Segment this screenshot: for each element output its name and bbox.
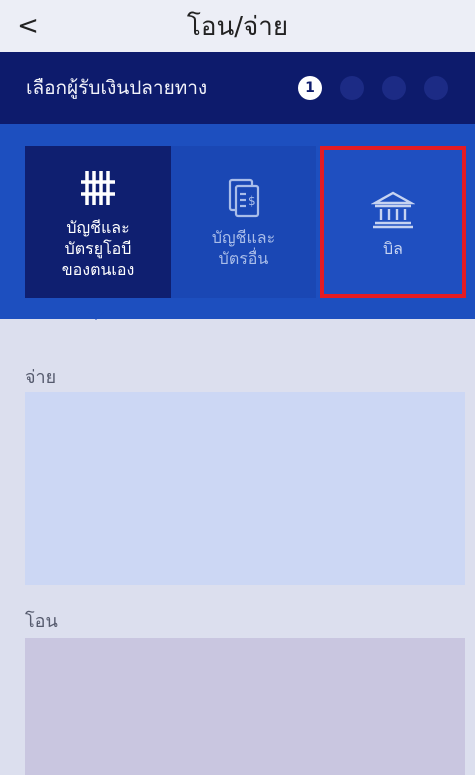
option-own-accounts-label: บัญชีและบัตรยูโอบีของตนเอง [61, 217, 135, 279]
option-bill-label: บิล [383, 238, 403, 258]
pay-list-panel[interactable] [25, 392, 465, 585]
page-title: โอน/จ่าย [186, 11, 289, 42]
pay-section-label: จ่าย [25, 367, 57, 388]
step-dot-3 [382, 76, 406, 100]
option-bill[interactable]: บิล [320, 146, 466, 298]
step-label: เลือกผู้รับเงินปลายทาง [26, 77, 208, 99]
step-indicator: 1 [298, 76, 448, 100]
option-other-accounts[interactable]: $ บัญชีและบัตรอื่น [171, 146, 316, 298]
option-other-accounts-label: บัญชีและบัตรอื่น [211, 228, 276, 268]
app-screen: < โอน/จ่าย เลือกผู้รับเงินปลายทาง 1 บัญช… [0, 0, 475, 775]
transfer-list-panel[interactable] [25, 638, 465, 775]
hash-icon [79, 165, 117, 211]
step-dot-2 [340, 76, 364, 100]
selection-pointer [88, 312, 104, 320]
option-own-accounts[interactable]: บัญชีและบัตรยูโอบีของตนเอง [25, 146, 171, 298]
svg-text:$: $ [248, 194, 256, 208]
step-bar: เลือกผู้รับเงินปลายทาง 1 [0, 52, 475, 124]
step-dot-1: 1 [298, 76, 322, 100]
top-bar: < โอน/จ่าย [0, 0, 475, 52]
step-dot-4 [424, 76, 448, 100]
payee-type-options: บัญชีและบัตรยูโอบีของตนเอง $ บัญชีและบัต… [0, 124, 475, 319]
document-dollar-icon: $ [227, 175, 261, 221]
transfer-section-label: โอน [25, 611, 58, 632]
bank-icon [371, 186, 415, 232]
